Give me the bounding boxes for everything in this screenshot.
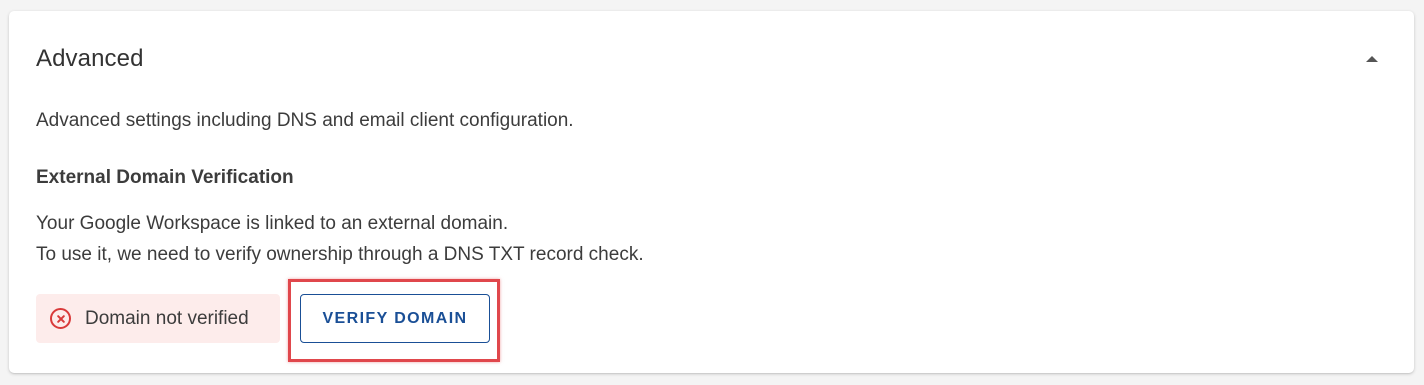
card-header[interactable]: Advanced: [36, 43, 1384, 75]
card-title: Advanced: [36, 45, 144, 72]
card-description: Advanced settings including DNS and emai…: [36, 110, 574, 131]
caret-up-icon: [1366, 56, 1378, 62]
section-body: Your Google Workspace is linked to an ex…: [36, 208, 644, 270]
status-label: Domain not verified: [85, 307, 249, 329]
body-line: To use it, we need to verify ownership t…: [36, 244, 644, 265]
status-badge: Domain not verified: [36, 294, 280, 343]
body-line: Your Google Workspace is linked to an ex…: [36, 213, 509, 234]
verify-domain-button[interactable]: VERIFY DOMAIN: [300, 294, 490, 343]
advanced-settings-card: Advanced Advanced settings including DNS…: [9, 11, 1414, 373]
collapse-toggle-button[interactable]: [1360, 47, 1384, 71]
section-title: External Domain Verification: [36, 167, 294, 188]
error-circle-x-icon: [50, 308, 71, 329]
